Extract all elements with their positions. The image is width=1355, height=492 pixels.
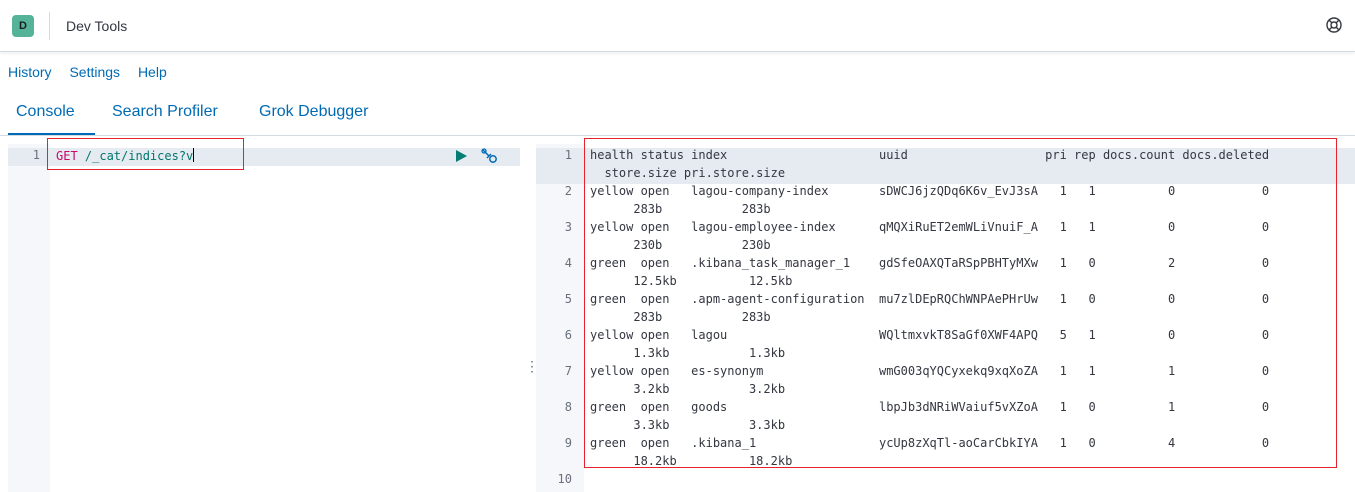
settings-link[interactable]: Settings (69, 64, 120, 80)
tab-console[interactable]: Console (16, 103, 75, 121)
space-avatar[interactable]: D (12, 15, 34, 37)
output-line-number: 7 (564, 364, 572, 378)
output-line-number: 1 (564, 148, 572, 162)
editor-gutter (8, 144, 50, 492)
output-line-number: 6 (564, 328, 572, 342)
devtools-menu: History Settings Help (8, 64, 181, 80)
help-lifebuoy-icon[interactable] (1325, 16, 1343, 34)
tab-grok-debugger[interactable]: Grok Debugger (259, 103, 368, 121)
request-highlight-box (47, 138, 244, 170)
output-line-number: 8 (564, 400, 572, 414)
header-divider (49, 12, 50, 40)
output-line-number: 9 (564, 436, 572, 450)
active-tab-indicator (8, 133, 95, 135)
output-line-number: 3 (564, 220, 572, 234)
panel-resizer[interactable]: ⋮ (525, 356, 539, 376)
history-link[interactable]: History (8, 64, 52, 80)
output-line-number: 2 (564, 184, 572, 198)
response-highlight-box (584, 138, 1337, 468)
output-line-number: 10 (557, 472, 572, 486)
app-header: D Dev Tools (0, 0, 1355, 52)
play-icon[interactable] (456, 150, 467, 162)
page-title: Dev Tools (66, 18, 128, 34)
output-line-number: 4 (564, 256, 572, 270)
devtools-tabs: Console Search Profiler Grok Debugger (0, 96, 1355, 136)
wrench-icon[interactable] (480, 147, 500, 165)
output-line-number: 5 (564, 292, 572, 306)
tab-search-profiler[interactable]: Search Profiler (112, 103, 218, 121)
help-link[interactable]: Help (138, 64, 167, 80)
editor-line-number: 1 (32, 148, 40, 162)
request-editor[interactable]: 1 GET /_cat/indices?v (0, 144, 520, 492)
